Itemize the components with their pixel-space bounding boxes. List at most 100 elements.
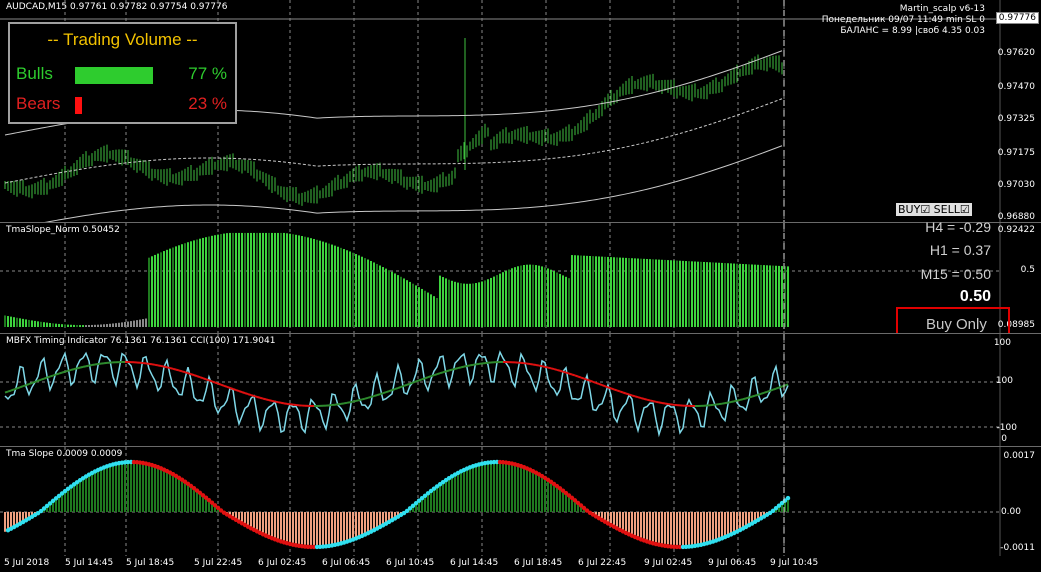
mbfx-signal-segment — [403, 383, 408, 387]
mbfx-signal-segment — [586, 378, 591, 382]
mbfx-signal-segment — [733, 399, 738, 403]
mbfx-signal-segment — [412, 380, 417, 384]
buy-sell-toggle[interactable]: BUY☑ SELL☑ — [896, 203, 972, 216]
mbfx-signal-segment — [757, 392, 762, 396]
mbfx-signal-segment — [736, 398, 741, 402]
mbfx-signal-segment — [187, 372, 192, 376]
price-label: 0.92422 — [997, 225, 1035, 235]
mbfx-signal-segment — [190, 373, 195, 377]
cci-line — [4, 350, 789, 438]
price-label: 0.0017 — [1003, 451, 1036, 461]
mbfx-signal-segment — [19, 385, 24, 389]
mbfx-signal-segment — [784, 383, 789, 387]
mbfx-signal-segment — [370, 395, 375, 398]
mbfx-signal-segment — [547, 366, 552, 370]
trading-volume-panel: -- Trading Volume -- Bulls 77 % Bears 23… — [8, 22, 237, 124]
mbfx-signal-segment — [265, 398, 270, 402]
mbfx-signal-segment — [22, 384, 27, 388]
mbfx-signal-segment — [256, 395, 261, 399]
price-label: 0.5 — [1020, 265, 1035, 275]
mbfx-signal-segment — [43, 376, 48, 380]
mbfx-signal-segment — [157, 364, 162, 367]
mbfx-signal-segment — [34, 379, 39, 383]
mbfx-signal-segment — [259, 396, 264, 400]
mbfx-signal-segment — [751, 394, 756, 398]
price-label: -0.0011 — [1000, 543, 1035, 553]
mbfx-signal-segment — [52, 373, 57, 377]
mbfx-signal-segment — [742, 397, 747, 401]
mbfx-signal-segment — [67, 369, 72, 372]
mbfx-signal-segment — [556, 368, 561, 372]
mbfx-signal-segment — [451, 367, 456, 371]
mbfx-signal-segment — [544, 365, 549, 369]
slope-dot — [785, 495, 791, 501]
bears-pct: 23 % — [188, 94, 227, 113]
mbfx-signal-segment — [223, 384, 228, 388]
mbfx-signal-segment — [349, 400, 354, 404]
mbfx-signal-segment — [343, 401, 348, 405]
mbfx-signal-segment — [625, 392, 630, 396]
current-norm-value: 0.50 — [959, 288, 991, 305]
mbfx-signal-segment — [580, 376, 585, 380]
mbfx-signal-segment — [184, 371, 189, 375]
mbfx-pane[interactable]: MBFX Timing Indicator 76.1361 76.1361 CC… — [0, 334, 1041, 446]
mbfx-signal-segment — [25, 383, 30, 387]
mbfx-signal-segment — [652, 400, 657, 403]
current-price-tag: 0.97776 — [995, 12, 1039, 24]
mbfx-signal-segment — [601, 384, 606, 388]
mbfx-signal-segment — [541, 365, 546, 368]
mbfx-signal-segment — [418, 378, 423, 382]
mbfx-signal-segment — [277, 401, 282, 404]
tma-slope-pane[interactable]: Tma Slope 0.0009 0.0009 0.0017 0.00 -0.0… — [0, 447, 1041, 556]
mbfx-signal-segment — [439, 371, 444, 375]
mbfx-signal-segment — [739, 398, 744, 401]
mbfx-signal-segment — [226, 385, 231, 389]
mbfx-signal-segment — [571, 373, 576, 377]
price-label: 100 — [993, 338, 1011, 348]
time-label: 5 Jul 18:45 — [126, 558, 175, 568]
main-chart-pane[interactable]: AUDCAD,M15 0.97761 0.97782 0.97754 0.977… — [0, 0, 1041, 222]
tma-norm-pane[interactable]: TmaSlope_Norm 0.50452 0.92422 0.5 0.0898… — [0, 223, 1041, 333]
mbfx-signal-segment — [631, 394, 636, 398]
mbfx-signal-segment — [58, 371, 63, 375]
mbfx-signal-segment — [532, 363, 537, 366]
mbfx-signal-segment — [154, 363, 159, 367]
mbfx-signal-segment — [64, 369, 69, 373]
tma-norm-histogram — [0, 223, 1001, 333]
mbfx-signal-segment — [604, 385, 609, 389]
bulls-bar — [74, 66, 154, 85]
price-label: -100 — [996, 423, 1017, 433]
mbfx-signal-segment — [574, 374, 579, 378]
mbfx-signal-segment — [394, 387, 399, 391]
mbfx-signal-segment — [70, 368, 75, 371]
mbfx-signal-segment — [268, 399, 273, 402]
mbfx-signal-segment — [352, 399, 357, 403]
mbfx-signal-segment — [13, 387, 18, 391]
bears-label: Bears — [16, 94, 61, 113]
time-label: 6 Jul 10:45 — [386, 558, 435, 568]
mbfx-signal-segment — [217, 382, 222, 386]
mbfx-signal-segment — [178, 369, 183, 373]
mbfx-signal-segment — [769, 388, 774, 392]
mbfx-signal-segment — [385, 390, 390, 394]
mbfx-signal-segment — [559, 369, 564, 373]
mbfx-signal-segment — [472, 363, 477, 366]
mbfx-signal-segment — [646, 398, 651, 402]
mbfx-signal-segment — [250, 394, 255, 397]
mbfx-signal-segment — [730, 400, 735, 403]
mbfx-signal-segment — [427, 375, 432, 379]
mbfx-signal-segment — [610, 387, 615, 391]
bulls-pct: 77 % — [188, 64, 227, 83]
mbfx-signal-segment — [199, 376, 204, 380]
mbfx-signal-segment — [379, 392, 384, 396]
mbfx-signal-segment — [346, 401, 351, 404]
mbfx-signal-segment — [244, 392, 249, 396]
mbfx-signal-segment — [37, 378, 42, 382]
mbfx-signal-segment — [460, 365, 465, 369]
bulls-row: Bulls 77 % — [16, 62, 227, 86]
bears-bar — [74, 96, 83, 115]
mbfx-signal-segment — [271, 399, 276, 403]
mbfx-signal-segment — [382, 391, 387, 395]
mbfx-signal-segment — [46, 375, 51, 379]
mbfx-signal-segment — [235, 389, 240, 393]
